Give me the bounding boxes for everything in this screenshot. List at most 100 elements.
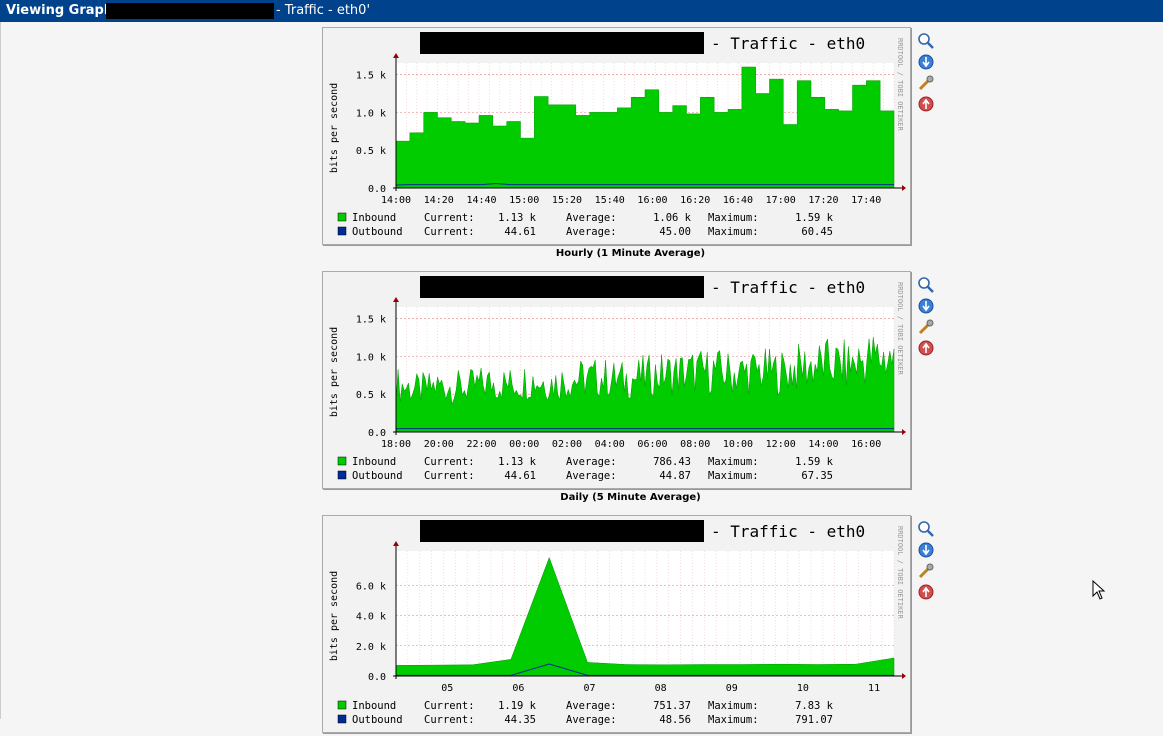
edit-icon[interactable] (917, 318, 935, 336)
legend-current-value: 1.13 k (498, 456, 537, 468)
legend-average-label: Average: (566, 470, 617, 482)
graph-panel[interactable]: - Traffic - eth0 RRDTOOL / TOBI OETIKER bi… (322, 271, 911, 489)
download-icon[interactable] (917, 53, 935, 71)
legend-current-value: 44.61 (504, 470, 536, 482)
legend-maximum-value: 1.59 k (795, 456, 834, 468)
x-tick-label: 12:00 (766, 439, 796, 450)
legend-average-label: Average: (566, 212, 617, 224)
x-tick-label: 14:20 (424, 195, 454, 206)
legend-maximum-value: 67.35 (801, 470, 833, 482)
x-tick-label: 02:00 (552, 439, 582, 450)
y-tick-label: 0.5 k (356, 390, 386, 401)
legend-swatch (337, 700, 347, 710)
graph-title: - Traffic - eth0 (711, 522, 865, 541)
legend-current-label: Current: (424, 456, 475, 468)
legend-maximum-label: Maximum: (708, 470, 759, 482)
x-tick-label: 15:40 (595, 195, 625, 206)
x-tick-label: 09 (726, 683, 738, 694)
x-tick-label: 10:00 (723, 439, 753, 450)
y-tick-label: 2.0 k (356, 642, 386, 653)
legend-swatch (337, 212, 347, 222)
graph-caption: Daily (5 Minute Average) (560, 492, 701, 503)
x-tick-label: 22:00 (466, 439, 496, 450)
graph-actions (917, 32, 935, 116)
legend-average-label: Average: (566, 456, 617, 468)
legend-average-value: 786.43 (653, 456, 691, 468)
move-up-icon[interactable] (917, 95, 935, 113)
page-subtitle: - Traffic - eth0' (276, 3, 371, 18)
legend-maximum-label: Maximum: (708, 226, 759, 238)
traffic-graph: - Traffic - eth0 RRDTOOL / TOBI OETIKER bi… (329, 32, 906, 238)
download-icon[interactable] (917, 297, 935, 315)
x-tick-label: 04:00 (595, 439, 625, 450)
legend-series-name: Outbound (352, 714, 403, 726)
move-up-icon[interactable] (917, 583, 935, 601)
legend-swatch (337, 456, 347, 466)
graph-title: - Traffic - eth0 (711, 278, 865, 297)
traffic-graph: - Traffic - eth0 RRDTOOL / TOBI OETIKER bi… (329, 276, 906, 482)
legend-average-value: 45.00 (659, 226, 691, 238)
x-tick-label: 06 (512, 683, 524, 694)
legend-average-value: 48.56 (659, 714, 691, 726)
y-tick-label: 4.0 k (356, 612, 386, 623)
x-tick-label: 08 (655, 683, 667, 694)
graph-panel[interactable]: - Traffic - eth0 RRDTOOL / TOBI OETIKER bi… (322, 27, 911, 245)
graph-title: - Traffic - eth0 (711, 34, 865, 53)
y-axis-label: bits per second (329, 327, 340, 417)
graph-actions (917, 520, 935, 604)
x-tick-label: 14:40 (466, 195, 496, 206)
legend-current-label: Current: (424, 226, 475, 238)
redacted-hostname (420, 276, 704, 298)
y-tick-label: 1.5 k (356, 71, 386, 82)
x-tick-label: 16:20 (680, 195, 710, 206)
legend-maximum-value: 7.83 k (795, 700, 834, 712)
y-tick-label: 0.5 k (356, 146, 386, 157)
redacted-hostname (420, 32, 704, 54)
legend-average-value: 751.37 (653, 700, 691, 712)
legend-average-label: Average: (566, 714, 617, 726)
legend-swatch (337, 714, 347, 724)
graph-caption: Hourly (1 Minute Average) (555, 248, 706, 259)
y-tick-label: 0.0 (368, 672, 386, 683)
mouse-cursor-icon (1092, 580, 1106, 600)
zoom-icon[interactable] (917, 32, 935, 50)
x-tick-label: 00:00 (509, 439, 539, 450)
download-icon[interactable] (917, 541, 935, 559)
legend-maximum-label: Maximum: (708, 714, 759, 726)
legend-maximum-value: 60.45 (801, 226, 833, 238)
y-axis-label: bits per second (329, 83, 340, 173)
redacted-hostname (106, 3, 274, 19)
x-tick-label: 17:40 (851, 195, 881, 206)
zoom-icon[interactable] (917, 520, 935, 538)
legend-current-value: 1.13 k (498, 212, 537, 224)
rrdtool-watermark: RRDTOOL / TOBI OETIKER (896, 526, 904, 620)
legend-current-label: Current: (424, 470, 475, 482)
rrdtool-watermark: RRDTOOL / TOBI OETIKER (896, 282, 904, 376)
x-tick-label: 18:00 (381, 439, 411, 450)
x-tick-label: 11 (868, 683, 880, 694)
y-tick-label: 1.0 k (356, 352, 386, 363)
legend-average-value: 1.06 k (653, 212, 692, 224)
legend-series-name: Inbound (352, 456, 396, 468)
legend-current-value: 1.19 k (498, 700, 537, 712)
x-tick-label: 14:00 (808, 439, 838, 450)
legend-series-name: Inbound (352, 700, 396, 712)
y-tick-label: 0.0 (368, 184, 386, 195)
x-tick-label: 20:00 (424, 439, 454, 450)
window-header: Viewing Graph - Traffic - eth0' (0, 0, 1163, 22)
x-tick-label: 10 (797, 683, 809, 694)
y-tick-label: 1.0 k (356, 108, 386, 119)
legend-maximum-label: Maximum: (708, 212, 759, 224)
x-tick-label: 15:00 (509, 195, 539, 206)
edit-icon[interactable] (917, 74, 935, 92)
edit-icon[interactable] (917, 562, 935, 580)
y-axis-label: bits per second (329, 571, 340, 661)
move-up-icon[interactable] (917, 339, 935, 357)
legend-current-label: Current: (424, 714, 475, 726)
x-tick-label: 17:00 (766, 195, 796, 206)
legend-current-value: 44.35 (504, 714, 536, 726)
zoom-icon[interactable] (917, 276, 935, 294)
legend-maximum-label: Maximum: (708, 456, 759, 468)
legend-series-name: Outbound (352, 226, 403, 238)
graph-panel[interactable]: - Traffic - eth0 RRDTOOL / TOBI OETIKER bi… (322, 515, 911, 733)
